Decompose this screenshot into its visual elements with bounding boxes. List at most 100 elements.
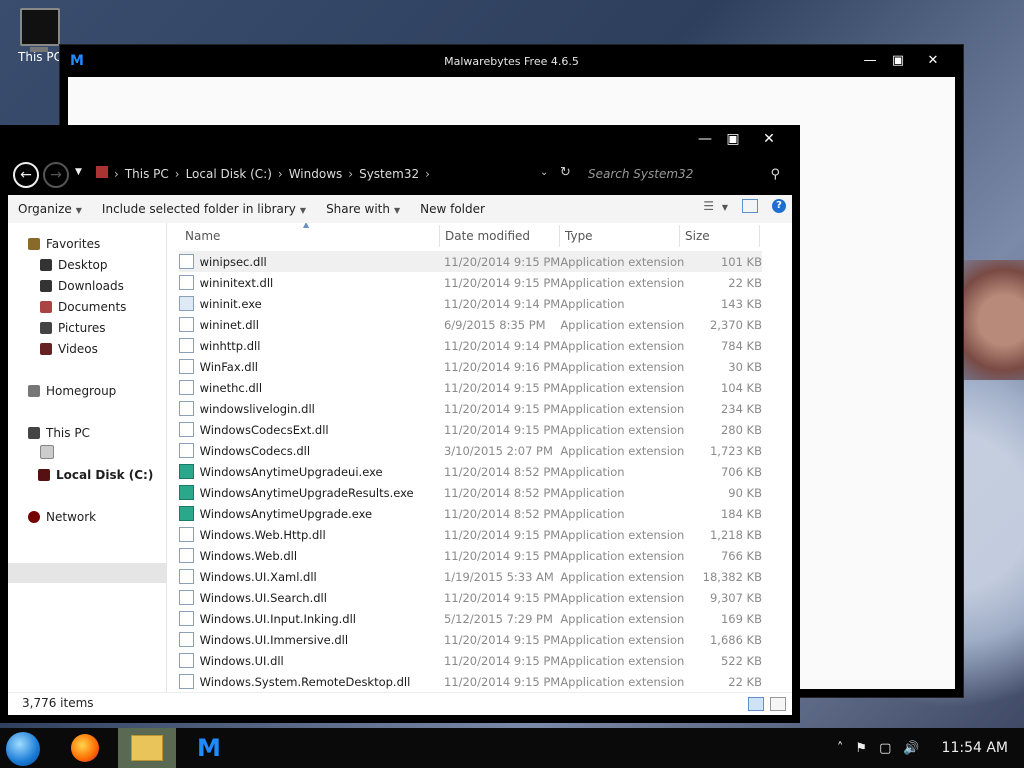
new-folder-button[interactable]: New folder (420, 202, 485, 216)
change-view-icon[interactable]: ☰ ▼ (703, 199, 728, 213)
table-row[interactable]: wininitext.dll 11/20/2014 9:15 PM Applicat… (179, 272, 762, 293)
file-size: 22 KB (728, 275, 762, 290)
taskbar: M ˄ ⚑ ▢ 🔊 11:54 AM (0, 728, 1024, 768)
file-date: 11/20/2014 9:15 PM (443, 548, 561, 563)
column-header-name[interactable]: Name (185, 229, 220, 245)
recent-locations-chevron-icon[interactable]: ▼ (75, 167, 82, 177)
table-row[interactable]: wininit.exe 11/20/2014 9:14 PM Application… (179, 293, 762, 314)
system-tray: ˄ ⚑ ▢ 🔊 11:54 AM (837, 728, 1008, 768)
nav-item-network[interactable]: Network (28, 510, 96, 524)
file-date: 11/20/2014 8:52 PM (443, 506, 561, 521)
file-size: 18,382 KB (702, 569, 762, 584)
file-name: Windows.System.RemoteDesktop.dll (199, 674, 411, 689)
dll-file-icon (179, 611, 194, 626)
nav-item-favorites[interactable]: Favorites (28, 237, 100, 251)
breadcrumb-item[interactable]: This PC (125, 167, 169, 181)
file-date: 11/20/2014 9:15 PM (443, 401, 561, 416)
column-header-date[interactable]: Date modified (445, 229, 530, 245)
table-row[interactable]: WindowsAnytimeUpgrade.exe 11/20/2014 8:52… (179, 503, 762, 524)
table-row[interactable]: winipsec.dll 11/20/2014 9:15 PM Applicatio… (179, 251, 762, 272)
column-header-type[interactable]: Type (565, 229, 593, 245)
help-icon[interactable]: ? (772, 199, 786, 213)
table-row[interactable]: WindowsCodecsExt.dll 11/20/2014 9:15 PM Ap… (179, 419, 762, 440)
forward-button[interactable]: → (43, 162, 69, 188)
include-in-library-button[interactable]: Include selected folder in library ▼ (102, 202, 306, 216)
nav-item-downloads[interactable]: Downloads (40, 279, 124, 293)
table-row[interactable]: windowslivelogin.dll 11/20/2014 9:15 PM Ap… (179, 398, 762, 419)
table-row[interactable]: Windows.UI.Xaml.dll 1/19/2015 5:33 AM Appl… (179, 566, 762, 587)
table-row[interactable]: WindowsCodecs.dll 3/10/2015 2:07 PM Applic… (179, 440, 762, 461)
maximize-button[interactable]: ▣ (718, 129, 748, 149)
file-list: ▲ Name Date modified Type Size winipsec.… (167, 223, 792, 693)
table-row[interactable]: Windows.UI.dll 11/20/2014 9:15 PM Applicat… (179, 650, 762, 671)
desktop-icon-this-pc[interactable]: This PC (14, 8, 66, 64)
table-row[interactable]: Windows.UI.Search.dll 11/20/2014 9:15 PM A… (179, 587, 762, 608)
file-date: 6/9/2015 8:35 PM (443, 317, 546, 332)
taskbar-malwarebytes[interactable]: M (180, 728, 238, 768)
file-name: Windows.UI.Immersive.dll (199, 632, 349, 647)
close-button[interactable]: ✕ (918, 50, 948, 72)
address-dropdown-chevron-icon[interactable]: ⌄ (540, 167, 548, 178)
breadcrumb-item[interactable]: System32 (359, 167, 419, 181)
volume-icon[interactable]: 🔊 (903, 741, 919, 756)
table-row[interactable]: winhttp.dll 11/20/2014 9:14 PM Application… (179, 335, 762, 356)
organize-button[interactable]: Organize ▼ (18, 202, 82, 216)
nav-item-local-disk[interactable]: Local Disk (C:) (38, 468, 153, 482)
back-button[interactable]: ← (13, 162, 39, 188)
application-icon (179, 506, 194, 521)
action-center-flag-icon[interactable]: ⚑ (855, 741, 867, 756)
details-view-icon[interactable] (748, 697, 764, 711)
dll-file-icon (179, 590, 194, 605)
file-date: 3/10/2015 2:07 PM (443, 443, 553, 458)
preview-pane-icon[interactable] (742, 199, 758, 213)
refresh-icon[interactable]: ↻ (560, 165, 571, 180)
file-date: 11/20/2014 9:15 PM (443, 275, 561, 290)
table-row[interactable]: WindowsAnytimeUpgradeResults.exe 11/20/20… (179, 482, 762, 503)
table-row[interactable]: Windows.UI.Input.Inking.dll 5/12/2015 7:2… (179, 608, 762, 629)
nav-item-videos[interactable]: Videos (40, 342, 98, 356)
close-button[interactable]: ✕ (754, 129, 784, 149)
nav-item-homegroup[interactable]: Homegroup (28, 384, 116, 398)
file-name: wininitext.dll (199, 275, 274, 290)
search-input[interactable]: Search System32 ⚲ (588, 167, 788, 182)
file-name: wininit.exe (199, 296, 262, 311)
navigation-pane: Favorites Desktop Downloads Documents Pi… (8, 223, 167, 693)
file-name: Windows.Web.dll (199, 548, 298, 563)
search-icon[interactable]: ⚲ (770, 167, 780, 182)
network-icon[interactable]: ▢ (879, 741, 891, 756)
malwarebytes-titlebar[interactable]: M Malwarebytes Free 4.6.5 — ▣ ✕ (60, 45, 963, 77)
nav-item-this-pc[interactable]: This PC (28, 426, 90, 440)
file-type: Application extension (560, 380, 685, 395)
start-button[interactable] (6, 732, 40, 766)
nav-item-documents[interactable]: Documents (40, 300, 126, 314)
breadcrumb-item[interactable]: Windows (289, 167, 343, 181)
nav-item-pictures[interactable]: Pictures (40, 321, 106, 335)
dll-file-icon (179, 317, 194, 332)
nav-item-desktop[interactable]: Desktop (40, 258, 108, 272)
minimize-button[interactable]: — (855, 50, 885, 72)
table-row[interactable]: Windows.UI.Immersive.dll 11/20/2014 9:15 … (179, 629, 762, 650)
homegroup-icon (28, 385, 40, 397)
breadcrumb-item[interactable]: Local Disk (C:) (186, 167, 272, 181)
taskbar-file-explorer[interactable] (118, 728, 176, 768)
large-icons-view-icon[interactable] (770, 697, 786, 711)
table-row[interactable]: winethc.dll 11/20/2014 9:15 PM Application… (179, 377, 762, 398)
table-row[interactable]: wininet.dll 6/9/2015 8:35 PM Application e… (179, 314, 762, 335)
file-size: 9,307 KB (709, 590, 762, 605)
dll-file-icon (179, 632, 194, 647)
maximize-button[interactable]: ▣ (883, 50, 913, 72)
table-row[interactable]: Windows.Web.dll 11/20/2014 9:15 PM Applica… (179, 545, 762, 566)
table-row[interactable]: WinFax.dll 11/20/2014 9:16 PM Application … (179, 356, 762, 377)
file-date: 11/20/2014 9:15 PM (443, 527, 561, 542)
column-header-size[interactable]: Size (685, 229, 710, 245)
table-row[interactable]: Windows.System.RemoteDesktop.dll 11/20/20… (179, 671, 762, 692)
taskbar-firefox[interactable] (56, 728, 114, 768)
table-row[interactable]: Windows.Web.Http.dll 11/20/2014 9:15 PM Ap… (179, 524, 762, 545)
share-with-button[interactable]: Share with ▼ (326, 202, 400, 216)
nav-item-drive[interactable] (40, 445, 54, 459)
clock[interactable]: 11:54 AM (942, 740, 1008, 756)
minimize-button[interactable]: — (690, 129, 720, 149)
explorer-titlebar[interactable]: — ▣ ✕ (0, 125, 800, 153)
table-row[interactable]: WindowsAnytimeUpgradeui.exe 11/20/2014 8:… (179, 461, 762, 482)
show-hidden-icons-chevron-icon[interactable]: ˄ (837, 741, 844, 756)
